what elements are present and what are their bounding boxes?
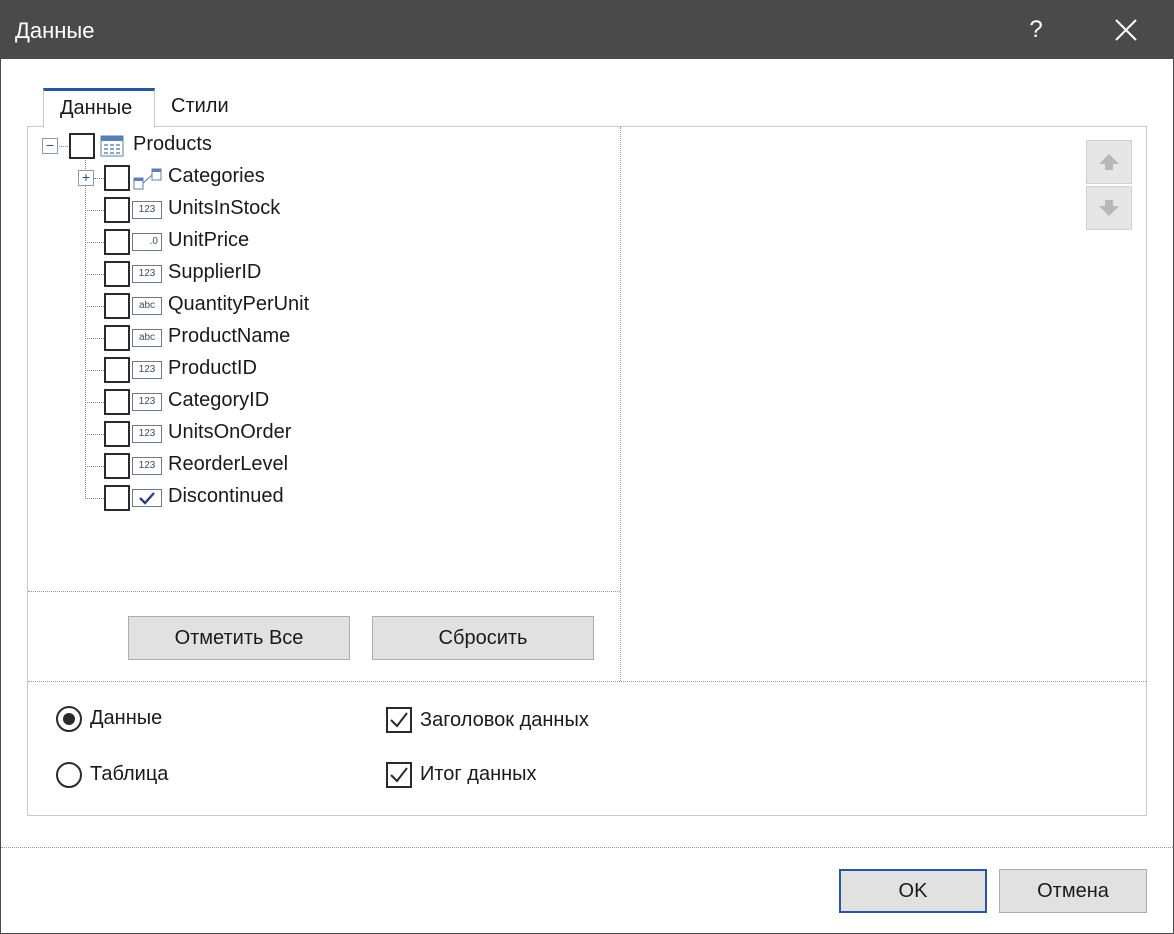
tree-node-label: Discontinued [168,485,284,507]
number-type-icon: 123 [132,361,162,379]
tree-node-checkbox[interactable] [104,229,130,255]
tree-node-checkbox[interactable] [104,389,130,415]
tree-node-discontinued[interactable]: Discontinued [28,484,328,512]
window-title: Данные [15,18,95,43]
tree-node-label: QuantityPerUnit [168,293,310,315]
tree-node-reorderlevel[interactable]: 123 ReorderLevel [28,452,328,480]
close-icon [1115,19,1137,41]
tree-node-label: UnitPrice [168,229,250,251]
radio-data-label: Данные [90,707,163,729]
tree-node-label: SupplierID [168,261,262,283]
tree-node-checkbox[interactable] [104,485,130,511]
tree-node-checkbox[interactable] [104,325,130,351]
tree-node-label: UnitsInStock [168,197,281,219]
checkbox-data-header[interactable] [386,707,412,733]
checkmark-icon [390,712,408,728]
tab-panel: − Products + Categories 123 UnitsInStock… [27,126,1147,816]
tree-node-label: Products [133,133,212,155]
radio-table[interactable] [56,762,82,788]
tree-node-unitsonorder[interactable]: 123 UnitsOnOrder [28,420,328,448]
tree-node-checkbox[interactable] [104,357,130,383]
tree-node-checkbox[interactable] [104,261,130,287]
tree-node-categoryid[interactable]: 123 CategoryID [28,388,328,416]
tree-node-checkbox[interactable] [69,133,95,159]
tree-node-products[interactable]: − Products [28,132,328,160]
arrow-down-icon [1099,200,1119,216]
checkmark-icon [390,767,408,783]
checkbox-data-total-label: Итог данных [420,763,537,785]
footer-divider [1,847,1173,848]
tree-node-checkbox[interactable] [104,453,130,479]
move-up-button[interactable] [1086,140,1132,184]
decimal-type-icon: .0 [132,233,162,251]
tree-node-productid[interactable]: 123 ProductID [28,356,328,384]
help-button[interactable]: ? [1023,13,1049,47]
number-type-icon: 123 [132,393,162,411]
tab-styles[interactable]: Стили [155,88,245,127]
dialog-window: Данные ? Данные Стили − Products + Categ… [0,0,1174,934]
cancel-button[interactable]: Отмена [999,869,1147,913]
tree-node-label: UnitsOnOrder [168,421,292,443]
tree-node-label: ProductID [168,357,257,379]
number-type-icon: 123 [132,425,162,443]
tree-node-label: ReorderLevel [168,453,289,475]
tab-data[interactable]: Данные [43,88,155,128]
tree-node-supplierid[interactable]: 123 SupplierID [28,260,328,288]
tree-node-label: CategoryID [168,389,270,411]
close-button[interactable] [1109,13,1143,47]
tree-node-label: ProductName [168,325,291,347]
number-type-icon: 123 [132,201,162,219]
radio-table-label: Таблица [90,763,169,785]
ok-button[interactable]: OK [839,869,987,913]
arrow-up-icon [1099,154,1119,170]
text-type-icon: abc [132,297,162,315]
number-type-icon: 123 [132,265,162,283]
text-type-icon: abc [132,329,162,347]
tree-node-checkbox[interactable] [104,165,130,191]
boolean-type-icon [132,489,162,512]
checkbox-data-header-label: Заголовок данных [420,709,589,731]
radio-data[interactable] [56,706,82,732]
radio-selected-dot [63,713,75,725]
tree-node-categories[interactable]: + Categories [28,164,328,192]
collapse-icon[interactable]: − [42,138,58,154]
tree-node-quantityperunit[interactable]: abc QuantityPerUnit [28,292,328,320]
panel-divider [28,681,1146,682]
title-bar: Данные ? [1,1,1173,59]
reset-button[interactable]: Сбросить [372,616,594,660]
tree-node-unitprice[interactable]: .0 UnitPrice [28,228,328,256]
number-type-icon: 123 [132,457,162,475]
panel-divider [620,127,621,681]
tree-node-productname[interactable]: abc ProductName [28,324,328,352]
tree-node-unitsinstock[interactable]: 123 UnitsInStock [28,196,328,224]
panel-divider [28,591,620,592]
select-all-button[interactable]: Отметить Все [128,616,350,660]
tree-node-checkbox[interactable] [104,421,130,447]
relation-icon [132,167,164,196]
checkbox-data-total[interactable] [386,762,412,788]
expand-icon[interactable]: + [78,170,94,186]
tree-node-checkbox[interactable] [104,293,130,319]
tree-node-label: Categories [168,165,265,187]
table-icon [100,135,124,162]
move-down-button[interactable] [1086,186,1132,230]
tree-node-checkbox[interactable] [104,197,130,223]
field-tree: − Products + Categories 123 UnitsInStock… [28,127,620,591]
